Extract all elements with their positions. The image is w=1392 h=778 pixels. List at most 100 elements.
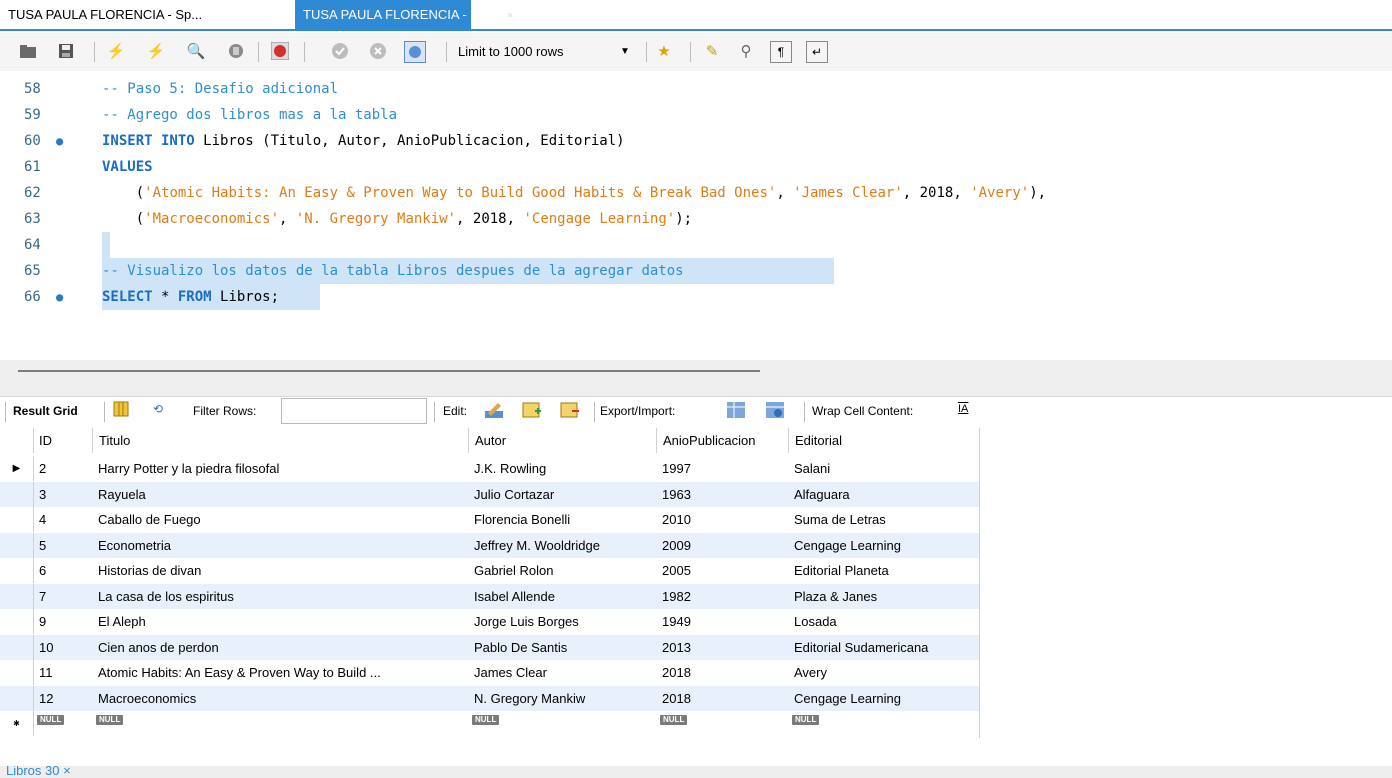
rollback-icon[interactable] xyxy=(368,41,388,61)
table-cell[interactable]: 7 xyxy=(39,584,90,609)
tab-active[interactable]: TUSA PAULA FLORENCIA - Sp... × xyxy=(295,0,514,29)
column-header-id[interactable]: ID xyxy=(33,428,92,453)
table-cell[interactable]: Pablo De Santis xyxy=(474,635,654,660)
row-header[interactable] xyxy=(0,481,34,507)
add-snippet-icon[interactable]: ★ xyxy=(654,41,674,61)
filter-rows-input[interactable] xyxy=(281,398,427,424)
refresh-icon[interactable]: ⟲ xyxy=(153,402,163,416)
result-grid-button[interactable]: Result Grid xyxy=(13,404,78,418)
edit-row-icon[interactable] xyxy=(484,401,504,422)
null-cell[interactable]: NULL xyxy=(660,705,688,730)
table-cell[interactable]: Julio Cortazar xyxy=(474,482,654,507)
execute-icon[interactable]: ⚡ xyxy=(106,41,126,61)
table-row[interactable]: ▶ 2 Harry Potter y la piedra filosofal J.K.… xyxy=(0,456,980,481)
table-cell[interactable]: 4 xyxy=(39,507,90,532)
panel-splitter[interactable] xyxy=(0,360,1392,396)
delete-row-icon[interactable] xyxy=(560,401,580,422)
table-cell[interactable]: Avery xyxy=(794,660,978,685)
table-cell[interactable]: Alfaguara xyxy=(794,482,978,507)
explain-icon[interactable]: 🔍 xyxy=(186,41,206,61)
table-cell[interactable]: Gabriel Rolon xyxy=(474,558,654,583)
table-cell[interactable]: Cien anos de perdon xyxy=(98,635,466,660)
row-header[interactable] xyxy=(0,685,34,711)
export-icon[interactable] xyxy=(726,401,746,422)
table-row[interactable]: 5 Econometria Jeffrey M. Wooldridge 2009 Cen… xyxy=(0,532,980,558)
execute-current-icon[interactable]: ⚡ xyxy=(146,41,166,61)
sql-editor[interactable]: 58 -- Paso 5: Desafio adicional 59 -- Agreg… xyxy=(0,72,1392,362)
null-cell[interactable]: NULL xyxy=(96,705,124,730)
table-row[interactable]: 7 La casa de los espiritus Isabel Allende 1… xyxy=(0,583,980,609)
table-cell[interactable]: Editorial Planeta xyxy=(794,558,978,583)
table-cell[interactable]: Cengage Learning xyxy=(794,686,978,711)
column-header-titulo[interactable]: Titulo xyxy=(92,428,468,453)
table-cell[interactable]: Jeffrey M. Wooldridge xyxy=(474,533,654,558)
row-header[interactable] xyxy=(0,532,34,558)
invisibles-icon[interactable]: ¶ xyxy=(770,41,792,63)
stop-icon[interactable] xyxy=(226,41,246,61)
table-cell[interactable]: 2005 xyxy=(662,558,786,583)
table-cell[interactable]: 5 xyxy=(39,533,90,558)
table-cell[interactable]: Econometria xyxy=(98,533,466,558)
table-cell[interactable]: 1949 xyxy=(662,609,786,634)
table-cell[interactable]: 2018 xyxy=(662,660,786,685)
table-cell[interactable]: Harry Potter y la piedra filosofal xyxy=(98,456,466,481)
table-cell[interactable]: 9 xyxy=(39,609,90,634)
table-cell[interactable]: 2013 xyxy=(662,635,786,660)
autocommit-icon[interactable] xyxy=(404,41,426,63)
table-cell[interactable]: Historias de divan xyxy=(98,558,466,583)
row-header[interactable] xyxy=(0,507,34,532)
current-row-indicator-icon[interactable]: ▶ xyxy=(0,456,34,481)
table-row[interactable]: 6 Historias de divan Gabriel Rolon 2005 Edit… xyxy=(0,558,980,583)
null-cell[interactable]: NULL xyxy=(472,705,500,730)
table-cell[interactable]: Rayuela xyxy=(98,482,466,507)
table-cell[interactable]: Losada xyxy=(794,609,978,634)
table-cell[interactable]: Florencia Bonelli xyxy=(474,507,654,532)
row-header[interactable] xyxy=(0,634,34,660)
table-cell[interactable]: Caballo de Fuego xyxy=(98,507,466,532)
table-cell[interactable]: N. Gregory Mankiw xyxy=(474,686,654,711)
table-cell[interactable]: 2010 xyxy=(662,507,786,532)
column-header-autor[interactable]: Autor xyxy=(468,428,656,453)
table-cell[interactable]: James Clear xyxy=(474,660,654,685)
table-cell[interactable]: J.K. Rowling xyxy=(474,456,654,481)
row-header[interactable] xyxy=(0,583,34,609)
null-cell[interactable]: NULL xyxy=(792,705,820,730)
table-cell[interactable]: 1982 xyxy=(662,584,786,609)
save-icon[interactable] xyxy=(56,41,76,61)
new-row[interactable]: ✱ NULL NULL NULL NULL NULL xyxy=(0,711,980,736)
column-header-aniopublicacion[interactable]: AnioPublicacion xyxy=(656,428,788,453)
result-tab-libros[interactable]: Libros 30 × xyxy=(6,766,71,778)
add-row-icon[interactable] xyxy=(522,401,542,422)
table-cell[interactable]: Salani xyxy=(794,456,978,481)
table-cell[interactable]: El Aleph xyxy=(98,609,466,634)
close-icon[interactable]: × xyxy=(507,10,513,22)
open-folder-icon[interactable] xyxy=(18,41,38,61)
table-cell[interactable]: 1963 xyxy=(662,482,786,507)
table-row[interactable]: 10 Cien anos de perdon Pablo De Santis 2013… xyxy=(0,634,980,660)
table-row[interactable]: 9 El Aleph Jorge Luis Borges 1949 Losada xyxy=(0,609,980,634)
table-cell[interactable]: Suma de Letras xyxy=(794,507,978,532)
toggle-error-icon[interactable] xyxy=(270,41,290,61)
row-header[interactable] xyxy=(0,660,34,685)
table-cell[interactable]: 2 xyxy=(39,456,90,481)
table-row[interactable]: 11 Atomic Habits: An Easy & Proven Way to… xyxy=(0,660,980,685)
find-icon[interactable]: ⚲ xyxy=(736,41,756,61)
column-header-editorial[interactable]: Editorial xyxy=(788,428,980,453)
commit-icon[interactable] xyxy=(330,41,350,61)
table-cell[interactable]: 11 xyxy=(39,660,90,685)
null-cell[interactable]: NULL xyxy=(37,705,65,730)
table-cell[interactable]: La casa de los espiritus xyxy=(98,584,466,609)
table-cell[interactable]: 3 xyxy=(39,482,90,507)
table-row[interactable]: 4 Caballo de Fuego Florencia Bonelli 2010 Su… xyxy=(0,507,980,532)
table-row[interactable]: 3 Rayuela Julio Cortazar 1963 Alfaguara xyxy=(0,481,980,507)
grid-layout-icon[interactable] xyxy=(113,401,129,420)
wrap-cell-icon[interactable]: IA xyxy=(958,403,968,415)
table-cell[interactable]: Jorge Luis Borges xyxy=(474,609,654,634)
table-cell[interactable]: 6 xyxy=(39,558,90,583)
import-icon[interactable] xyxy=(765,401,785,422)
table-cell[interactable]: 10 xyxy=(39,635,90,660)
table-cell[interactable]: 2009 xyxy=(662,533,786,558)
limit-rows-select[interactable]: Limit to 1000 rows ▼ xyxy=(458,42,638,62)
table-cell[interactable]: Cengage Learning xyxy=(794,533,978,558)
table-cell[interactable]: Isabel Allende xyxy=(474,584,654,609)
